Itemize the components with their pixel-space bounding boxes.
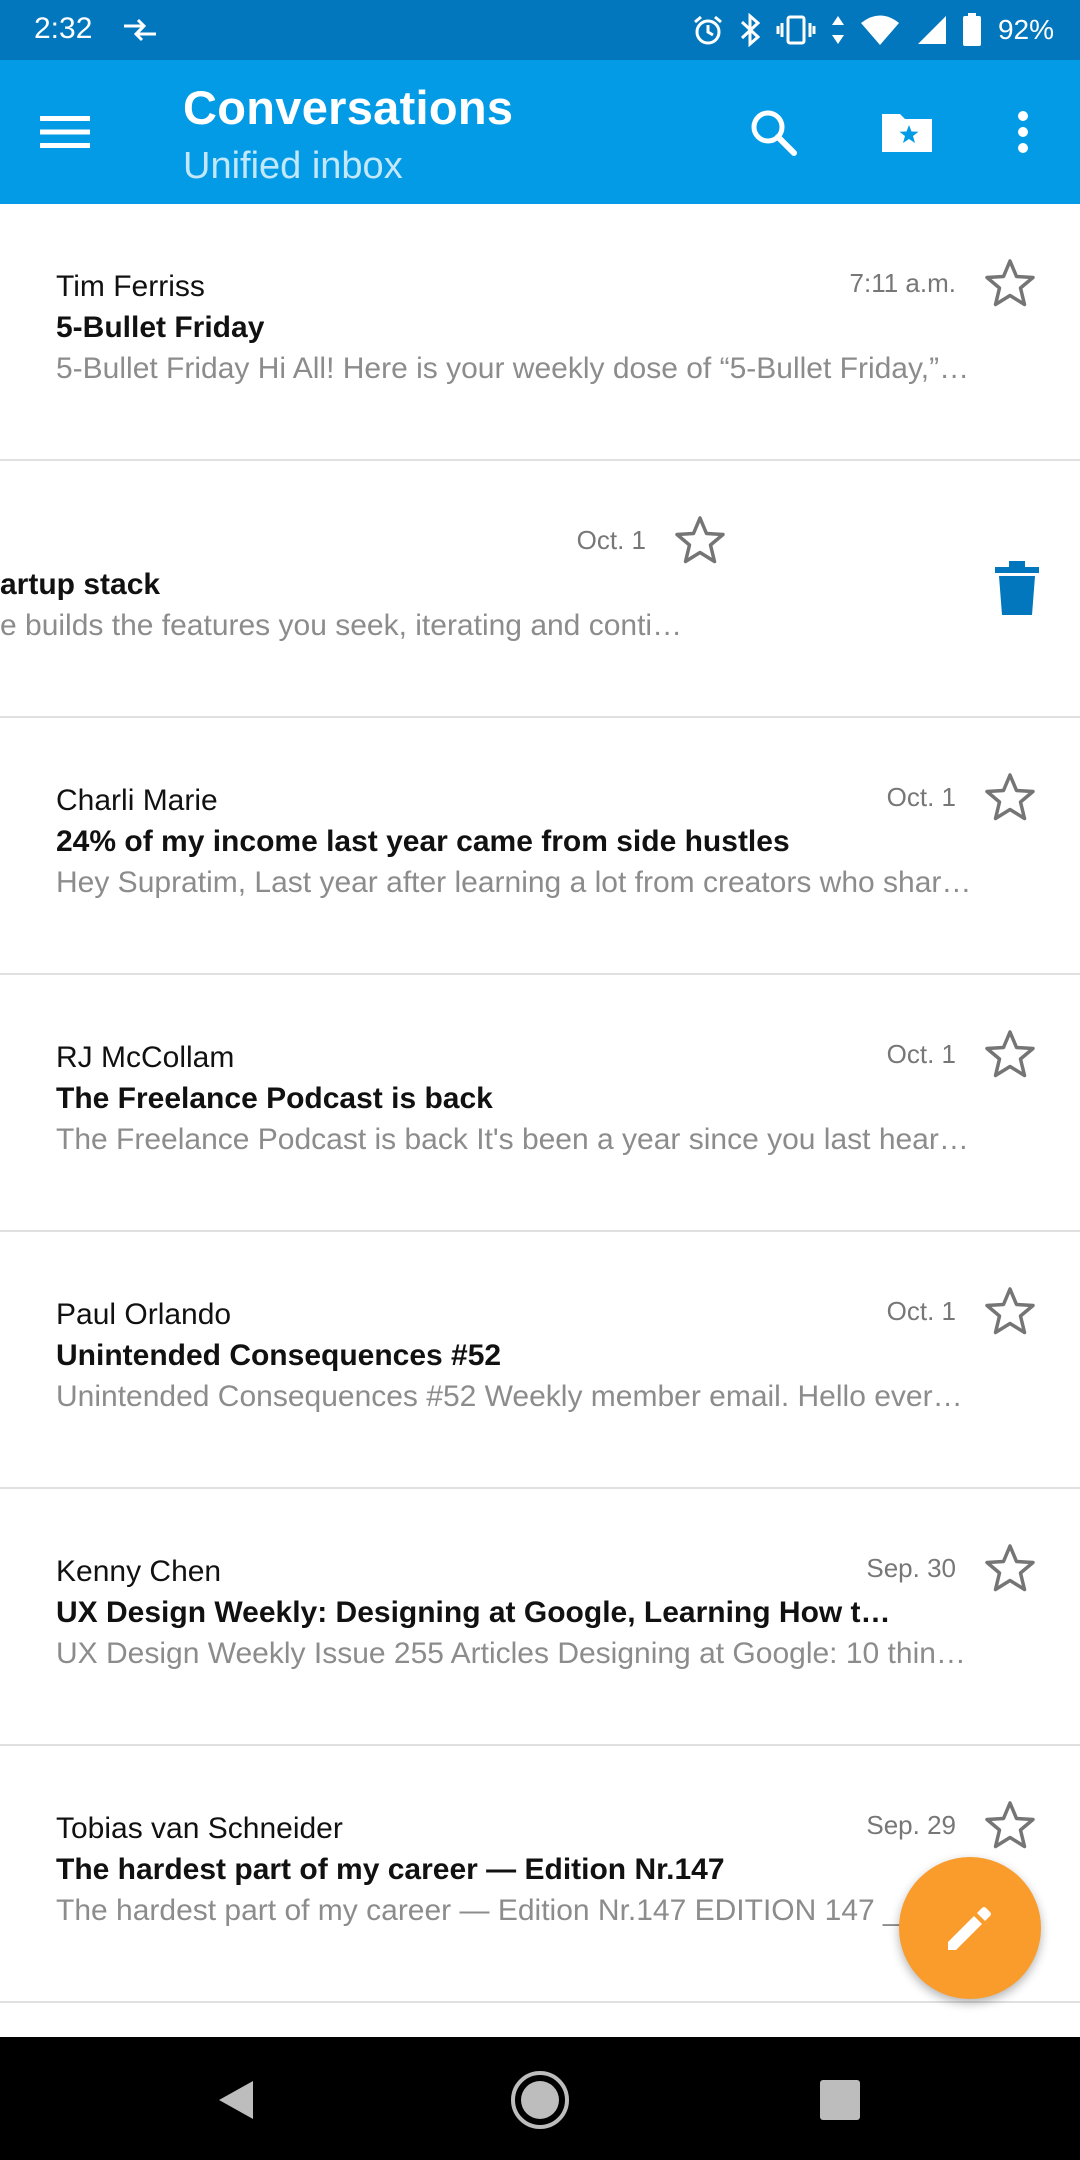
- email-date: Sep. 29: [866, 1810, 956, 1840]
- email-snippet: Unintended Consequences #52 Weekly membe…: [56, 1380, 976, 1413]
- email-snippet: The Freelance Podcast is back It's been …: [56, 1123, 976, 1156]
- starred-folder-button[interactable]: [871, 96, 943, 168]
- conversation-row-swiped[interactable]: artup stack e builds the features you se…: [0, 461, 1080, 718]
- battery-level: 92%: [997, 14, 1054, 45]
- delete-icon[interactable]: [995, 561, 1039, 615]
- email-snippet: The hardest part of my career — Edition …: [56, 1894, 967, 1927]
- alarm-icon: [693, 15, 722, 45]
- email-snippet: e builds the features you seek, iteratin…: [0, 609, 683, 642]
- sender-name: RJ McCollam: [56, 1041, 235, 1074]
- star-icon[interactable]: [982, 770, 1038, 826]
- conversation-row[interactable]: RJ McCollam The Freelance Podcast is bac…: [0, 975, 1080, 1232]
- star-icon[interactable]: [982, 1798, 1038, 1854]
- page-title: Conversations: [183, 81, 514, 134]
- email-subject: 24% of my income last year came from sid…: [56, 825, 790, 858]
- home-icon[interactable]: [510, 2070, 570, 2130]
- battery-icon: [962, 13, 981, 46]
- email-date: Oct. 1: [886, 1039, 956, 1069]
- search-button[interactable]: [737, 96, 809, 168]
- hamburger-menu-icon: [40, 116, 90, 148]
- star-icon[interactable]: [982, 1284, 1038, 1340]
- email-subject: artup stack: [0, 568, 161, 601]
- email-subject: Unintended Consequences #52: [56, 1339, 502, 1372]
- email-subject: The Freelance Podcast is back: [56, 1082, 493, 1115]
- star-icon[interactable]: [672, 513, 728, 569]
- back-icon[interactable]: [215, 2077, 257, 2123]
- recent-apps-icon[interactable]: [820, 2080, 860, 2120]
- menu-button[interactable]: [30, 100, 100, 164]
- page-subtitle: Unified inbox: [183, 145, 403, 187]
- more-options-button[interactable]: [987, 96, 1059, 168]
- sender-name: Tim Ferriss: [56, 270, 205, 303]
- status-bar: 2:32 92%: [0, 0, 1080, 60]
- search-icon: [751, 110, 797, 156]
- email-date: 7:11 a.m.: [849, 268, 956, 298]
- compose-button[interactable]: [899, 1857, 1041, 1999]
- app-bar: Conversations Unified inbox: [0, 60, 1080, 204]
- email-snippet: 5-Bullet Friday Hi All! Here is your wee…: [56, 352, 976, 385]
- status-time: 2:32: [34, 12, 93, 45]
- data-transfer-icon: [124, 18, 156, 42]
- sender-name: Paul Orlando: [56, 1298, 232, 1331]
- wifi-icon: [860, 15, 899, 45]
- vibrate-icon: [776, 15, 816, 45]
- sender-name: Charli Marie: [56, 784, 218, 817]
- swiped-row-content: artup stack e builds the features you se…: [0, 461, 770, 716]
- conversation-row[interactable]: Paul Orlando Unintended Consequences #52…: [0, 1232, 1080, 1489]
- email-date: Oct. 1: [886, 1296, 956, 1326]
- email-date: Oct. 1: [886, 782, 956, 812]
- star-icon[interactable]: [982, 1027, 1038, 1083]
- more-vert-icon: [1018, 111, 1028, 153]
- system-nav-bar: [0, 2037, 1080, 2160]
- sender-name: Tobias van Schneider: [56, 1812, 343, 1845]
- signal-icon: [917, 16, 946, 44]
- pencil-icon: [948, 1907, 991, 1950]
- email-date: Oct. 1: [576, 525, 646, 555]
- email-snippet: UX Design Weekly Issue 255 Articles Desi…: [56, 1637, 976, 1670]
- status-icons: 92%: [692, 10, 1054, 50]
- star-icon[interactable]: [982, 256, 1038, 312]
- email-snippet: Hey Supratim, Last year after learning a…: [56, 866, 976, 899]
- data-arrows-icon: [831, 16, 844, 44]
- conversation-row[interactable]: Kenny Chen UX Design Weekly: Designing a…: [0, 1489, 1080, 1746]
- sender-name: Kenny Chen: [56, 1555, 222, 1588]
- email-date: Sep. 30: [866, 1553, 956, 1583]
- bluetooth-icon: [740, 13, 761, 47]
- email-subject: UX Design Weekly: Designing at Google, L…: [56, 1596, 891, 1629]
- conversation-list: Tim Ferriss 5-Bullet Friday 5-Bullet Fri…: [0, 204, 1080, 2003]
- conversation-row[interactable]: Charli Marie 24% of my income last year …: [0, 718, 1080, 975]
- email-subject: 5-Bullet Friday: [56, 311, 265, 344]
- conversation-row[interactable]: Tim Ferriss 5-Bullet Friday 5-Bullet Fri…: [0, 204, 1080, 461]
- email-subject: The hardest part of my career — Edition …: [56, 1853, 725, 1886]
- folder-star-icon: [882, 114, 932, 152]
- star-icon[interactable]: [982, 1541, 1038, 1597]
